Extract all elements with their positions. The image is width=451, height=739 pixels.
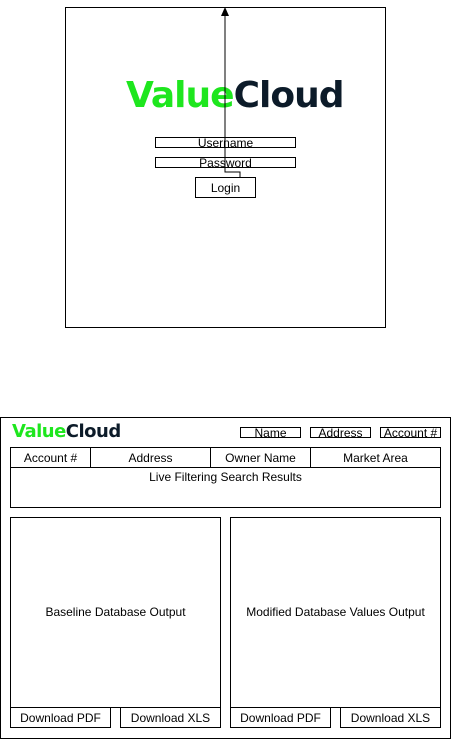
search-name-input[interactable]: Name [240, 427, 301, 438]
baseline-output-label: Baseline Database Output [45, 605, 186, 619]
search-address-input[interactable]: Address [310, 427, 371, 438]
username-field[interactable]: Username [155, 137, 296, 148]
column-header-account[interactable]: Account # [10, 447, 91, 468]
search-results-label: Live Filtering Search Results [149, 470, 302, 484]
dashboard-logo: ValueCloud [12, 423, 121, 441]
baseline-download-xls-button[interactable]: Download XLS [120, 707, 221, 728]
dashboard-logo-cloud: Cloud [65, 421, 121, 442]
modified-download-pdf-button[interactable]: Download PDF [230, 707, 331, 728]
column-header-address[interactable]: Address [90, 447, 211, 468]
login-logo: ValueCloud [126, 75, 345, 116]
search-account-input[interactable]: Account # [380, 427, 441, 438]
column-header-market-area[interactable]: Market Area [310, 447, 441, 468]
modified-download-xls-button[interactable]: Download XLS [340, 707, 441, 728]
login-logo-value: Value [126, 75, 235, 116]
dashboard-logo-value: Value [12, 421, 66, 442]
login-logo-cloud: Cloud [233, 75, 345, 116]
baseline-download-pdf-button[interactable]: Download PDF [10, 707, 111, 728]
column-header-owner-name[interactable]: Owner Name [210, 447, 311, 468]
login-button[interactable]: Login [195, 177, 256, 198]
password-field[interactable]: Password [155, 157, 296, 168]
modified-output-label: Modified Database Values Output [246, 605, 425, 619]
